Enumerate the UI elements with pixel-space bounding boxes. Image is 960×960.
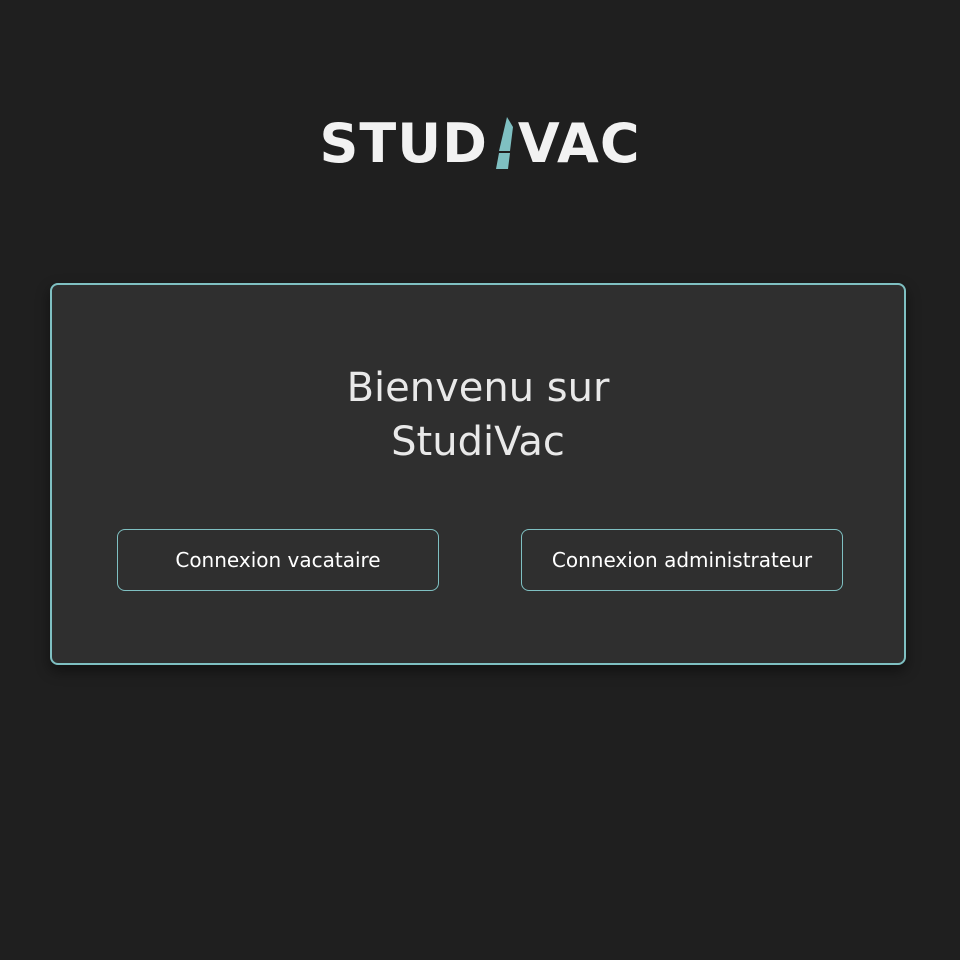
logo-text-start: STUD xyxy=(319,112,488,175)
admin-login-button[interactable]: Connexion administrateur xyxy=(521,529,843,591)
welcome-title: Bienvenu sur StudiVac xyxy=(52,361,904,469)
welcome-title-line2: StudiVac xyxy=(391,419,565,465)
logo: STUD VAC xyxy=(0,116,960,172)
page: STUD VAC Bienvenu sur StudiVac Connexion… xyxy=(0,0,960,960)
logo-wordmark: STUD VAC xyxy=(320,116,641,172)
pen-icon xyxy=(495,117,513,169)
logo-text-end: VAC xyxy=(517,112,641,175)
vacataire-login-button[interactable]: Connexion vacataire xyxy=(117,529,439,591)
welcome-card: Bienvenu sur StudiVac Connexion vacatair… xyxy=(50,283,906,665)
welcome-title-line1: Bienvenu sur xyxy=(346,365,610,411)
